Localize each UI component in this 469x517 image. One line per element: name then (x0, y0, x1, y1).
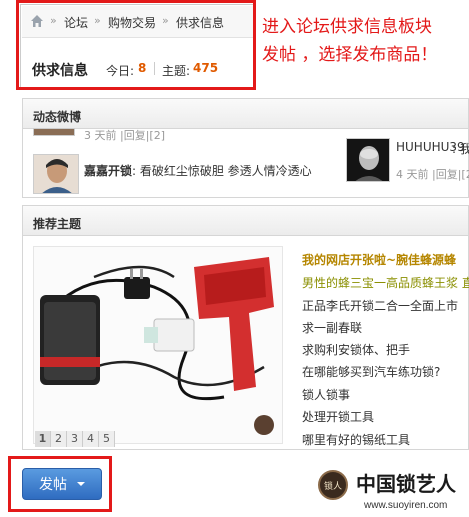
weibo-entry-meta: 4 天前 |回复|[2] (396, 168, 469, 181)
annotation-line-1: 进入论坛供求信息板块 (262, 17, 432, 37)
weibo-author[interactable]: 嘉嘉开锁 (84, 162, 132, 179)
avatar[interactable] (33, 128, 75, 136)
recommended-topic-link[interactable]: 锁人锁事 (302, 386, 350, 403)
weibo-panel-title: 动态微博 (33, 110, 82, 124)
site-url: www.suoyiren.com (364, 500, 448, 511)
weibo-text: : 看破红尘惊破胆 参透人情冷透心 (132, 164, 312, 178)
chevron-down-icon[interactable] (77, 482, 85, 486)
pager-item[interactable]: 4 (83, 431, 99, 447)
recommended-panel-title: 推荐主题 (33, 217, 82, 231)
recommended-photo[interactable] (33, 246, 283, 444)
user-avatar-icon (347, 139, 389, 181)
user-avatar-icon (34, 155, 78, 193)
weibo-panel-header: 动态微博 (23, 99, 468, 129)
recommended-topic-link[interactable]: 在哪能够买到汽车练功锁? (302, 363, 440, 380)
post-button-label: 发帖 (39, 477, 67, 493)
pager-item[interactable]: 5 (99, 431, 115, 447)
pager-item[interactable]: 2 (51, 431, 67, 447)
recommended-topic-link[interactable]: 处理开锁工具 (302, 408, 374, 425)
recommended-topic-link[interactable]: 男性的蜂三宝一高品质蜂王浆 直 (302, 274, 469, 291)
avatar[interactable] (33, 154, 79, 194)
site-logo-title: 中国锁艺人 (356, 472, 456, 496)
recommended-topic-link[interactable]: 哪里有好的锡纸工具 (302, 431, 410, 448)
weibo-text: : 我 (452, 142, 469, 156)
recommended-topic-link[interactable]: 求购利安锁体、把手 (302, 341, 410, 358)
post-button[interactable]: 发帖 (22, 468, 102, 500)
annotation-line-2: 发帖 ，选择发布商品！ (262, 45, 438, 65)
recommended-topic-link[interactable]: 我的网店开张啦~腕佳蜂源蜂 (302, 251, 456, 268)
logo-badge-text: 锁人 (323, 481, 342, 492)
avatar[interactable] (346, 138, 390, 182)
recommended-topic-link[interactable]: 正品李氏开锁二合一全面上市 (302, 297, 458, 314)
product-photo-icon (34, 247, 282, 443)
recommended-topic-link[interactable]: 求一副春联 (302, 319, 362, 336)
recommended-panel-header: 推荐主题 (23, 206, 468, 236)
site-logo-badge: 锁人 (318, 470, 348, 500)
highlight-frame-header (16, 0, 256, 90)
photo-pager: 1 2 3 4 5 (35, 431, 115, 447)
pager-item[interactable]: 3 (67, 431, 83, 447)
weibo-entry-meta: 3 天前 |回复|[2] (84, 129, 165, 142)
pager-item[interactable]: 1 (35, 431, 51, 447)
